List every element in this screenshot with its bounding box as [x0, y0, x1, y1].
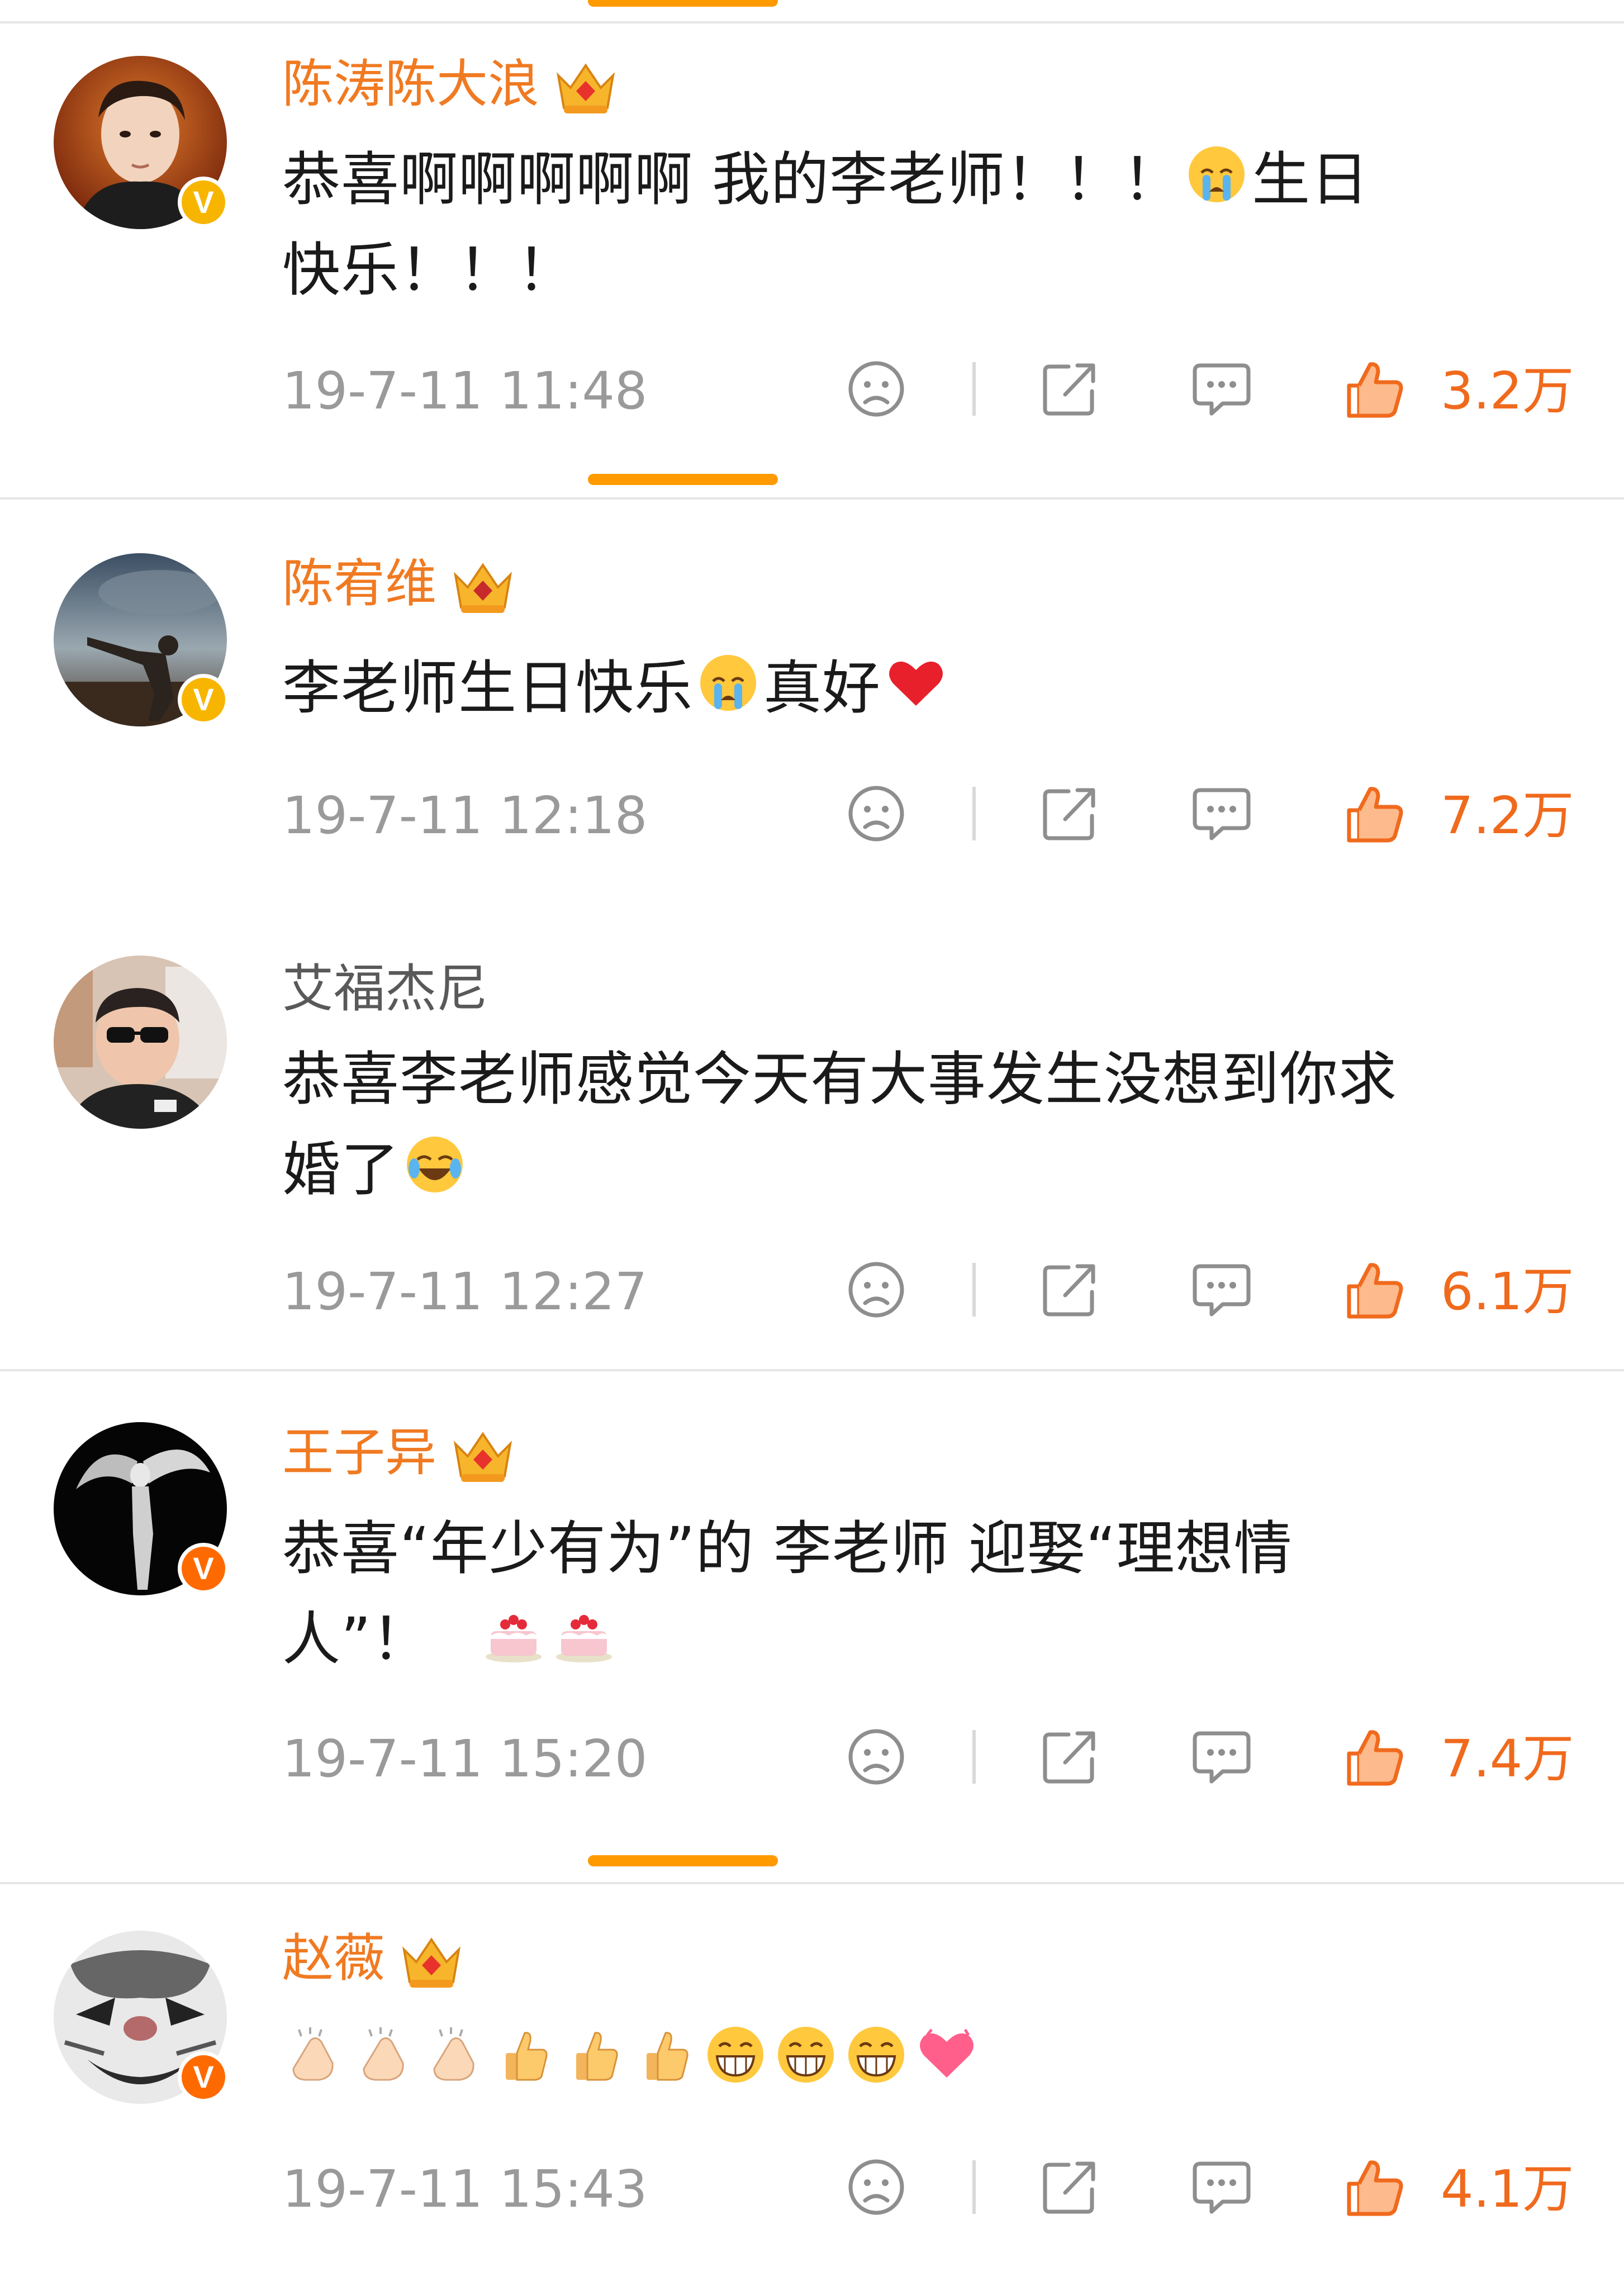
comment-text: 李老师生日快乐 真好 — [282, 643, 1590, 733]
share-icon[interactable] — [1038, 782, 1101, 845]
sad-face-icon[interactable] — [845, 1258, 908, 1321]
commenter-name[interactable]: 赵薇 — [282, 1928, 464, 1991]
verified-badge: V — [178, 674, 229, 725]
timestamp: 19-7-11 12:18 — [282, 786, 648, 845]
divider — [0, 1882, 1624, 1884]
thumbs-up-icon[interactable] — [1343, 782, 1406, 845]
grin-emoji — [846, 2024, 907, 2085]
comment-icon[interactable] — [1190, 782, 1253, 845]
clap-emoji — [282, 2024, 344, 2085]
separator — [972, 1730, 976, 1784]
like-count[interactable]: 6.1万 — [1441, 1264, 1574, 1320]
clap-emoji — [353, 2024, 414, 2085]
sad-face-icon[interactable] — [845, 2156, 908, 2218]
timestamp: 19-7-11 15:20 — [282, 1729, 648, 1789]
like-count[interactable]: 4.1万 — [1441, 2161, 1574, 2217]
separator — [972, 1263, 976, 1317]
heart-emoji — [916, 2024, 977, 2085]
crown-icon — [553, 59, 619, 117]
commenter-name[interactable]: 陈涛陈大浪 — [282, 54, 619, 117]
heart-emoji — [885, 652, 947, 714]
crying-emoji — [1186, 144, 1247, 205]
separator — [972, 2160, 976, 2214]
sad-face-icon[interactable] — [845, 1726, 908, 1788]
timestamp: 19-7-11 12:27 — [282, 1262, 648, 1322]
share-icon[interactable] — [1038, 2156, 1101, 2218]
expand-bar[interactable] — [588, 1855, 778, 1866]
avatar[interactable]: V — [54, 1931, 229, 2104]
comment-feed: V 陈涛陈大浪 恭喜啊啊啊啊啊 我的李老师！！！ 生日 快乐！！！ 19-7-1… — [0, 0, 1624, 2281]
thumbs-up-emoji — [493, 2024, 555, 2085]
expand-bar[interactable] — [588, 474, 778, 485]
share-icon[interactable] — [1038, 358, 1101, 420]
clap-emoji — [423, 2024, 485, 2085]
expand-bar[interactable] — [588, 0, 778, 7]
comment-meta: 19-7-11 15:20 7.4万 — [0, 1726, 1624, 1793]
cake-emoji — [553, 1603, 615, 1665]
comment-icon[interactable] — [1190, 1258, 1253, 1321]
grin-emoji — [705, 2024, 766, 2085]
commenter-name[interactable]: 王子异 — [282, 1422, 516, 1485]
cake-emoji — [483, 1603, 544, 1665]
comment-text — [282, 2014, 1590, 2105]
like-count[interactable]: 7.4万 — [1441, 1731, 1574, 1787]
sad-face-icon[interactable] — [845, 358, 908, 420]
comment-icon[interactable] — [1190, 1726, 1253, 1788]
avatar[interactable]: V — [54, 1422, 229, 1595]
crying-emoji — [697, 652, 759, 714]
avatar[interactable]: V — [54, 56, 229, 229]
thumbs-up-icon[interactable] — [1343, 1258, 1406, 1321]
verified-badge: V — [178, 2051, 229, 2103]
thumbs-up-emoji — [564, 2024, 625, 2085]
avatar[interactable] — [54, 956, 227, 1129]
share-icon[interactable] — [1038, 1258, 1101, 1321]
comment-meta: 19-7-11 11:48 3.2万 — [0, 358, 1624, 425]
thumbs-up-emoji — [634, 2024, 696, 2085]
thumbs-up-icon[interactable] — [1343, 2156, 1406, 2218]
avatar[interactable]: V — [54, 553, 229, 726]
comment-text: 恭喜啊啊啊啊啊 我的李老师！！！ 生日 快乐！！！ — [282, 134, 1590, 315]
like-count[interactable]: 7.2万 — [1441, 788, 1574, 844]
thumbs-up-icon[interactable] — [1343, 358, 1406, 420]
commenter-name[interactable]: 陈宥维 — [282, 553, 516, 616]
timestamp: 19-7-11 11:48 — [282, 361, 648, 421]
crown-icon — [398, 1933, 464, 1991]
like-count[interactable]: 3.2万 — [1441, 363, 1574, 419]
separator — [972, 787, 976, 840]
comment-text: 恭喜李老师感觉今天有大事发生没想到你求 婚了 — [282, 1045, 1398, 1204]
divider — [0, 1369, 1624, 1371]
grin-emoji — [775, 2024, 837, 2085]
comment-meta: 19-7-11 12:18 7.2万 — [0, 782, 1624, 849]
commenter-name[interactable]: 艾福杰尼 — [282, 958, 488, 1020]
comment-meta: 19-7-11 15:43 4.1万 — [0, 2156, 1624, 2223]
verified-badge: V — [178, 1543, 229, 1594]
share-icon[interactable] — [1038, 1726, 1101, 1788]
thumbs-up-icon[interactable] — [1343, 1726, 1406, 1788]
crown-icon — [450, 1427, 516, 1485]
divider — [0, 21, 1624, 23]
verified-badge: V — [178, 177, 229, 228]
laughing-emoji — [404, 1134, 466, 1195]
separator — [972, 362, 976, 416]
comment-meta: 19-7-11 12:27 6.1万 — [0, 1258, 1624, 1325]
sad-face-icon[interactable] — [845, 782, 908, 845]
divider — [0, 497, 1624, 500]
comment-text: 恭喜“年少有为”的 李老师 迎娶“理想情 人”！ — [282, 1514, 1293, 1673]
crown-icon — [450, 558, 516, 616]
comment-icon[interactable] — [1190, 2156, 1253, 2218]
comment-icon[interactable] — [1190, 358, 1253, 420]
timestamp: 19-7-11 15:43 — [282, 2159, 648, 2219]
